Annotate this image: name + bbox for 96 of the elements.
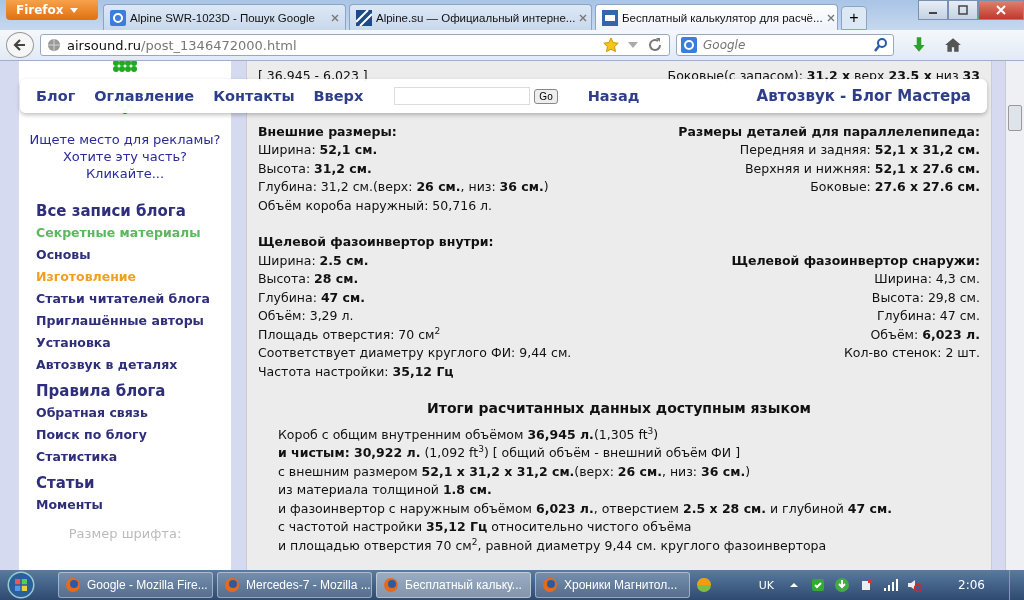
close-tab-icon[interactable] [331,13,339,22]
sidebar-link[interactable]: Установка [36,332,231,354]
sidebar-section-link[interactable]: Правила блога [36,380,231,402]
summary-line: с внешним размером 52,1 x 31,2 x 31,2 см.(верх: 26 см., низ: 36 см.) [278,462,752,481]
text-line: Объём: 3,29 л. [258,307,354,325]
signal-bars-icon[interactable] [882,577,899,593]
text-line: Объём: 6,023 л. [870,325,980,344]
stripes-favicon-icon [356,9,372,26]
text-line: Боковые(с запасом): 31,2 x верх 23,5 x низ 33 [667,67,980,85]
browser-globe-icon [383,577,399,593]
new-tab-button[interactable]: + [841,6,867,30]
section-heading: Размеры деталей для параллелепипеда: [678,122,980,141]
muted-speaker-icon[interactable] [906,577,923,593]
browser-globe-icon [65,577,81,593]
text-line: [ 36,945 - 6,023 ] [258,67,368,85]
sidebar-section-link[interactable]: Статьи [36,472,231,494]
nav-link[interactable]: Оглавление [94,88,195,104]
sidebar-section-link[interactable]: Все записи блога [36,200,231,222]
google-favicon-icon [110,9,126,26]
text-line: Глубина: 47 см. [258,288,365,307]
taskbar-button[interactable]: Google - Mozilla Fire... [58,572,213,598]
browser-globe-icon [224,577,240,593]
url-text: airsound.ru/post_1346472000.html [67,37,297,53]
text-line: Кол-во стенок: 2 шт. [843,344,980,362]
address-bar[interactable]: airsound.ru/post_1346472000.html [40,34,670,56]
summary-title: Итоги расчитанных данных доступным языком [426,399,812,418]
nav-link[interactable]: Контакты [213,88,295,104]
site-favicon-icon [602,9,618,26]
section-heading: Внешние размеры: [258,122,397,141]
close-tab-icon[interactable] [826,13,835,22]
text-line: Высота: 28 см. [258,270,359,288]
sidebar-link[interactable]: Поиск по блогу [36,424,231,446]
language-indicator[interactable]: UK [758,578,775,592]
taskbar-button[interactable]: Хроники Магнитол... [535,572,690,598]
advertising-link[interactable]: Ищете место для рекламы? Хотите эту часть? Кликайте... [29,131,221,182]
text-line: Объём короба наружный: 50,716 л. [258,196,493,215]
torrent-icon[interactable] [834,577,851,593]
nav-link[interactable]: Назад [587,88,640,104]
sidebar-link[interactable]: Статистика [36,446,231,468]
tab-title: Бесплатный калькулятор для расчё... [622,11,823,24]
maximize-icon[interactable] [948,0,978,20]
nav-link[interactable]: Вверх [313,88,364,104]
sidebar-link[interactable]: Обратная связь [36,402,231,424]
sidebar-link[interactable]: Статьи читателей блога [36,288,231,310]
nav-link[interactable]: Блог [36,88,76,104]
text-line: Площадь отверстия: 70 см$^{2}$ [258,325,441,344]
go-button[interactable]: Go [534,88,558,104]
text-line: Глубина: 31,2 см.(верх: 26 см., низ: 36 см.) [258,178,549,196]
browser-tab[interactable]: Alpine.su — Официальный интерне... [349,4,592,30]
text-line: Частота настройки: 35,12 Гц [258,362,454,381]
bookmark-star-icon[interactable] [603,37,619,53]
summary-line: и фазоинвертор с наружным объёмом 6,023 л., отверстием 2.5 x 28 см. и глубиной 47 см. [278,499,893,518]
summary-line: и чистым: 30,922 л. (1,092 ft$^{3}$) [ общий объём - внешний объём ФИ ] [278,444,742,462]
summary-line: Короб с общим внутренним объёмом 36,945 л.(1,305 ft$^{3}$) [278,425,660,444]
close-icon[interactable] [978,0,1024,20]
text-line: Ширина: 2.5 см. [258,251,369,270]
shield-check-icon[interactable] [810,577,827,593]
browser-globe-icon [542,577,558,593]
text-line: Глубина: 47 см. [877,307,980,325]
reload-icon[interactable] [647,37,663,53]
search-icon[interactable] [873,37,889,53]
font-size-label: Размер шрифта: [68,526,182,541]
sidebar-link[interactable]: Приглашённые авторы [36,310,231,332]
text-line: Высота: 31,2 см. [258,159,372,178]
summary-line: из материала толщиной 1.8 см. [278,481,493,499]
text-line: Высота: 29,8 см. [871,288,980,307]
google-engine-icon[interactable] [681,37,697,53]
sidebar-link[interactable]: Моменты [36,494,231,516]
sidebar-link[interactable]: Основы [36,244,231,266]
input-field[interactable] [394,87,531,105]
tab-title: Alpine.su — Официальный интерне... [376,11,576,24]
tab-title: Alpine SWR-1023D - Пошук Google [130,11,316,24]
browser-tab[interactable]: Бесплатный калькулятор для расчё... [595,4,838,30]
close-tab-icon[interactable] [579,13,588,22]
back-button[interactable] [6,32,34,58]
text-line: Ширина: 4,3 см. [874,270,980,288]
text-line: Верхняя и нижняя: 52,1 x 27.6 см. [744,159,980,178]
taskbar-button[interactable]: Mercedes-7 - Mozilla ... [217,572,372,598]
browser-tab[interactable]: Alpine SWR-1023D - Пошук Google [103,4,346,30]
sidebar-link[interactable]: Автозвук в деталях [36,354,231,376]
summary-line: и площадью отверстия 70 см$^{2}$, равной диаметру 9,44 см. круглого фазоинвертора [278,536,828,555]
home-icon[interactable] [944,36,962,54]
text-line: Ширина: 52,1 см. [258,141,378,159]
section-heading: Щелевой фазоинвертор снаружи: [731,251,980,270]
search-field[interactable]: Google [676,34,894,56]
section-heading: Щелевой фазоинвертор внутри: [258,233,494,251]
minimize-icon[interactable] [918,0,948,20]
site-title[interactable]: Автозвук - Блог Мастера [756,87,971,105]
globe-icon [47,38,61,52]
clock[interactable]: 2:06 [958,578,985,592]
back-arrow-icon [12,37,28,53]
text-line: Передняя и задняя: 52,1 x 31,2 см. [739,141,980,159]
summary-line: с частотой настройки 35,12 Гц относительно чистого объёма [278,518,693,536]
text-line: Боковые: 27.6 x 27.6 см. [810,178,980,196]
network-app-icon[interactable] [696,577,712,593]
text-line: Соответствует диаметру круглого ФИ: 9,44 см. [258,344,572,362]
